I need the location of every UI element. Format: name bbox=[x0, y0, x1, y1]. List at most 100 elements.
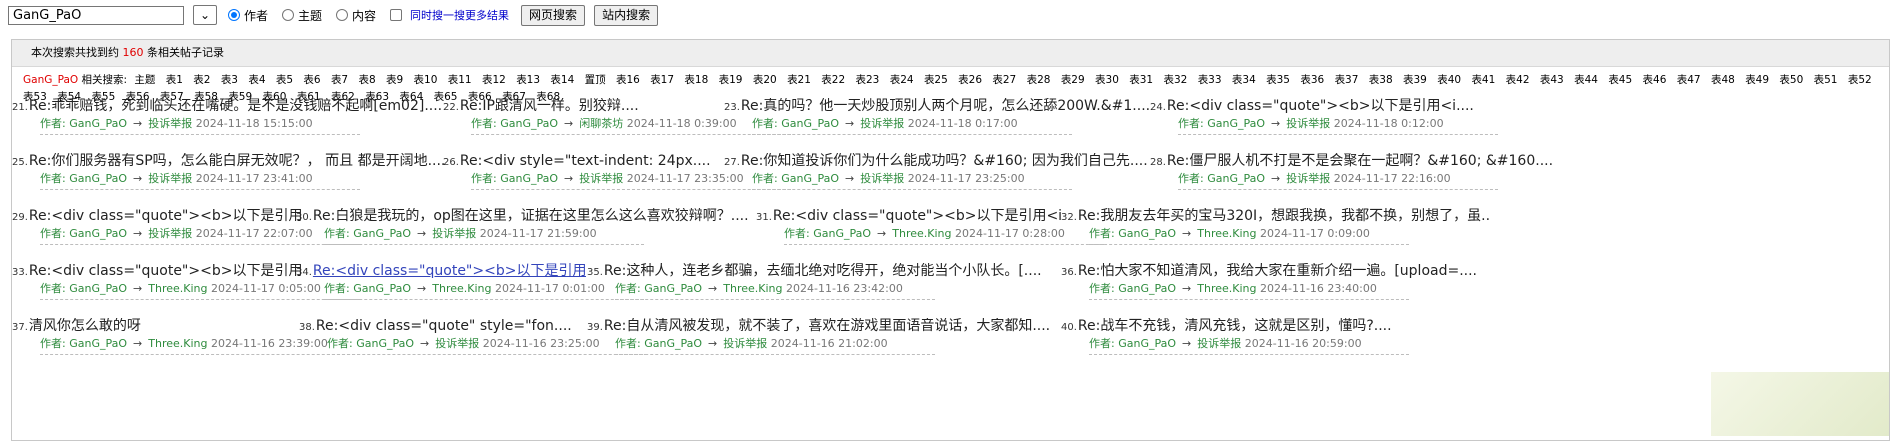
result-title-link[interactable]: Re:战车不充钱，清风充钱，这就是区别，懂吗?.... bbox=[1078, 318, 1392, 334]
tag-item[interactable]: 表23 bbox=[856, 74, 880, 86]
result-author[interactable]: GanG_PaO bbox=[1118, 282, 1176, 295]
tag-item[interactable]: 表35 bbox=[1266, 74, 1290, 86]
tag-item[interactable]: 表4 bbox=[248, 74, 265, 86]
result-title-link[interactable]: Re:<div class="quote"><b>以下是引用<i.... bbox=[1167, 98, 1474, 114]
tag-item[interactable]: 表47 bbox=[1677, 74, 1701, 86]
result-board[interactable]: Three.King bbox=[1197, 282, 1256, 295]
tag-item[interactable]: 表41 bbox=[1471, 74, 1495, 86]
tag-item[interactable]: 表1 bbox=[166, 74, 183, 86]
tag-item[interactable]: 表24 bbox=[890, 74, 914, 86]
result-board[interactable]: Three.King bbox=[432, 282, 491, 295]
tag-item[interactable]: 表5 bbox=[276, 74, 293, 86]
tag-item[interactable]: 表3 bbox=[221, 74, 238, 86]
tag-item[interactable]: 表12 bbox=[482, 74, 506, 86]
option-content[interactable]: 内容 bbox=[336, 7, 376, 24]
result-title-link[interactable]: Re:你知道投诉你们为什么能成功吗？&#160; 因为我们自己先.... bbox=[741, 153, 1148, 169]
result-author[interactable]: GanG_PaO bbox=[1118, 227, 1176, 240]
tag-item[interactable]: 表19 bbox=[719, 74, 743, 86]
result-author[interactable]: GanG_PaO bbox=[69, 227, 127, 240]
web-search-button[interactable]: 网页搜索 bbox=[521, 4, 586, 26]
tag-item[interactable]: 表26 bbox=[958, 74, 982, 86]
result-board[interactable]: Three.King bbox=[148, 282, 207, 295]
tag-item[interactable]: 表48 bbox=[1711, 74, 1735, 86]
result-author[interactable]: GanG_PaO bbox=[1207, 117, 1265, 130]
tag-item[interactable]: 表17 bbox=[650, 74, 674, 86]
tag-item[interactable]: 表6 bbox=[303, 74, 320, 86]
result-board[interactable]: 投诉举报 bbox=[1286, 172, 1330, 185]
result-board[interactable]: Three.King bbox=[723, 282, 782, 295]
tag-item[interactable]: 表42 bbox=[1506, 74, 1530, 86]
result-title-link[interactable]: Re:乖乖赔钱，死到临头还在嘴硬。是不是没钱赔不起啊[em02].... bbox=[29, 98, 442, 114]
search-input[interactable] bbox=[8, 5, 184, 25]
tag-item[interactable]: 表34 bbox=[1232, 74, 1256, 86]
result-board[interactable]: 投诉举报 bbox=[860, 117, 904, 130]
tag-item[interactable]: 表39 bbox=[1403, 74, 1427, 86]
result-title-link[interactable]: Re:这种人，连老乡都骗，去缅北绝对吃得开，绝对能当个小队长。[.... bbox=[604, 263, 1042, 279]
site-search-button[interactable]: 站内搜索 bbox=[594, 4, 659, 26]
tag-item[interactable]: 主题 bbox=[134, 74, 155, 86]
also-search-option[interactable]: 同时搜一搜更多结果 bbox=[390, 7, 509, 23]
result-author[interactable]: GanG_PaO bbox=[353, 227, 411, 240]
result-board[interactable]: 投诉举报 bbox=[860, 172, 904, 185]
tag-item[interactable]: 表21 bbox=[787, 74, 811, 86]
result-board[interactable]: 投诉举报 bbox=[1286, 117, 1330, 130]
tag-item[interactable]: 表37 bbox=[1335, 74, 1359, 86]
result-title-link[interactable]: Re:<div style="text-indent: 24px.... bbox=[460, 153, 711, 169]
radio-content[interactable] bbox=[336, 9, 349, 21]
tag-item[interactable]: 表45 bbox=[1608, 74, 1632, 86]
result-title-link[interactable]: Re:<div class="quote"><b>以下是引用<i.... bbox=[773, 208, 1061, 224]
result-title-link[interactable]: Re:<div class="quote"><b>以下是引用<i.... bbox=[29, 263, 302, 279]
result-author[interactable]: GanG_PaO bbox=[781, 172, 839, 185]
result-board[interactable]: Three.King bbox=[892, 227, 951, 240]
radio-subject[interactable] bbox=[282, 9, 295, 21]
tag-item[interactable]: 表25 bbox=[924, 74, 948, 86]
option-author[interactable]: 作者 bbox=[228, 7, 268, 24]
search-type-dropdown[interactable]: ⌄ bbox=[193, 5, 217, 25]
also-search-link[interactable]: 同时搜一搜更多结果 bbox=[410, 7, 509, 23]
tag-item[interactable]: 表14 bbox=[550, 74, 574, 86]
result-title-link[interactable]: Re:你们服务器有SP吗，怎么能白屏无效呢？， 而且 都是开阔地.... bbox=[29, 153, 445, 169]
tag-item[interactable]: 表36 bbox=[1300, 74, 1324, 86]
tag-item[interactable]: 表20 bbox=[753, 74, 777, 86]
result-title-link[interactable]: Re:真的吗？他一天炒股顶别人两个月呢，怎么还舔200W.&#1.... bbox=[741, 98, 1150, 114]
result-title-link[interactable]: Re:僵尸服人机不打是不是会聚在一起啊？&#160; &#160.... bbox=[1167, 153, 1553, 169]
result-board[interactable]: 投诉举报 bbox=[1197, 337, 1241, 350]
result-author[interactable]: GanG_PaO bbox=[69, 282, 127, 295]
result-title-link[interactable]: Re:我朋友去年买的宝马320I，想跟我换，我都不换，别想了，虽.... bbox=[1078, 208, 1491, 224]
tag-item[interactable]: 表38 bbox=[1369, 74, 1393, 86]
tag-item[interactable]: 表22 bbox=[821, 74, 845, 86]
tag-item[interactable]: 表13 bbox=[516, 74, 540, 86]
result-author[interactable]: GanG_PaO bbox=[353, 282, 411, 295]
result-title-link[interactable]: Re:IP跟清风一样。别狡辩.... bbox=[460, 98, 639, 114]
tag-item[interactable]: 表29 bbox=[1061, 74, 1085, 86]
result-author[interactable]: GanG_PaO bbox=[781, 117, 839, 130]
result-board[interactable]: 投诉举报 bbox=[148, 117, 192, 130]
result-title-link[interactable]: Re:<div class="quote"><b>以下是引用<i.... bbox=[313, 263, 586, 279]
tag-item[interactable]: 表30 bbox=[1095, 74, 1119, 86]
result-board[interactable]: 投诉举报 bbox=[148, 227, 192, 240]
result-author[interactable]: GanG_PaO bbox=[69, 117, 127, 130]
tag-item[interactable]: 表27 bbox=[992, 74, 1016, 86]
result-author[interactable]: GanG_PaO bbox=[500, 172, 558, 185]
tag-item[interactable]: 表28 bbox=[1027, 74, 1051, 86]
result-board[interactable]: 投诉举报 bbox=[432, 227, 476, 240]
tag-item[interactable]: 表52 bbox=[1848, 74, 1872, 86]
tag-item[interactable]: 表50 bbox=[1779, 74, 1803, 86]
result-title-link[interactable]: 清风你怎么敢的呀 bbox=[29, 318, 141, 334]
result-board[interactable]: Three.King bbox=[1197, 227, 1256, 240]
result-title-link[interactable]: Re:自从清风被发现，就不装了，喜欢在游戏里面语音说话，大家都知.... bbox=[604, 318, 1050, 334]
result-board[interactable]: 投诉举报 bbox=[579, 172, 623, 185]
tag-item[interactable]: 表44 bbox=[1574, 74, 1598, 86]
tag-item[interactable]: 表16 bbox=[616, 74, 640, 86]
radio-author[interactable] bbox=[228, 9, 240, 21]
result-author[interactable]: GanG_PaO bbox=[69, 337, 127, 350]
option-subject[interactable]: 主题 bbox=[282, 7, 322, 24]
tag-item[interactable]: 表11 bbox=[448, 74, 472, 86]
result-author[interactable]: GanG_PaO bbox=[644, 282, 702, 295]
tag-item[interactable]: 表2 bbox=[193, 74, 210, 86]
tag-item[interactable]: 表9 bbox=[386, 74, 403, 86]
result-board[interactable]: Three.King bbox=[148, 337, 207, 350]
tag-item[interactable]: 表18 bbox=[684, 74, 708, 86]
tag-item[interactable]: 表46 bbox=[1643, 74, 1667, 86]
tag-item[interactable]: 表33 bbox=[1198, 74, 1222, 86]
